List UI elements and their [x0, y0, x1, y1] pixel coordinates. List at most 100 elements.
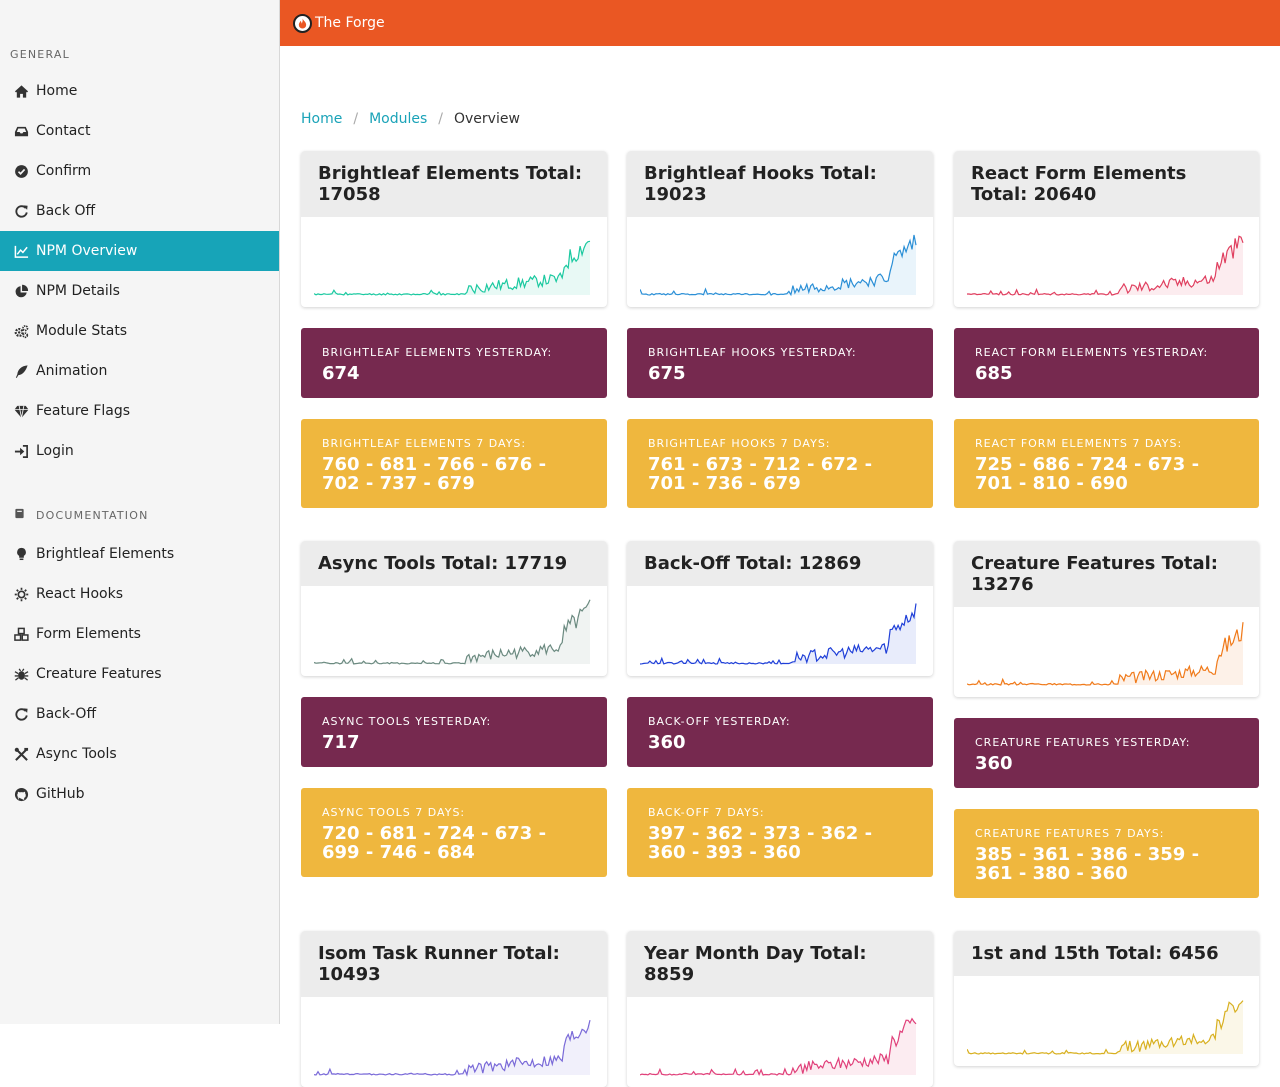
sidebar-heading-general: General	[10, 48, 70, 61]
module-column: Brightleaf Hooks Total: 19023 Brightleaf…	[627, 151, 933, 508]
module-sparkline	[954, 607, 1259, 697]
home-icon	[12, 83, 30, 99]
module-total-card: Brightleaf Hooks Total: 19023	[627, 151, 933, 307]
seven-days-value: 760 - 681 - 766 - 676 - 702 - 737 - 679	[322, 454, 547, 494]
sidebar-item-label: Login	[36, 443, 74, 459]
sparkline-area	[640, 603, 916, 664]
sun-icon	[12, 586, 30, 602]
sidebar-item-label: Creature Features	[36, 666, 162, 682]
sidebar-item-home[interactable]: Home	[0, 71, 279, 111]
module-total-card: Creature Features Total: 13276	[954, 541, 1259, 697]
sidebar-item-animation[interactable]: Animation	[0, 351, 279, 391]
module-sparkline	[954, 217, 1259, 307]
seven-days-label: React Form Elements 7 Days:	[975, 437, 1183, 450]
module-sparkline	[627, 586, 933, 676]
seven-days-label: Creature Features 7 Days:	[975, 827, 1165, 840]
sparkline-area	[967, 1000, 1243, 1054]
sidebar-item-back-off[interactable]: Back Off	[0, 191, 279, 231]
module-total-card: Isom Task Runner Total: 10493	[301, 931, 607, 1087]
sidebar-item-label: Home	[36, 83, 78, 99]
tools-icon	[12, 746, 30, 762]
inbox-icon	[12, 123, 30, 139]
sidebar-item-github[interactable]: GitHub	[0, 774, 279, 814]
sparkline-chart	[314, 240, 591, 296]
module-column: Creature Features Total: 13276 Creature …	[954, 541, 1259, 898]
breadcrumb: Home / Modules / Overview	[301, 111, 520, 127]
module-total-title: Back-Off Total: 12869	[627, 541, 933, 586]
breadcrumb-modules-link[interactable]: Modules	[369, 111, 427, 127]
seven-days-stat-box: Async Tools 7 Days: 720 - 681 - 724 - 67…	[301, 788, 607, 877]
yesterday-value: 717	[322, 732, 360, 753]
sidebar-item-label: Feature Flags	[36, 403, 131, 419]
module-total-title: React Form Elements Total: 20640	[954, 151, 1259, 217]
sparkline-chart	[640, 603, 917, 665]
breadcrumb-separator: /	[353, 111, 359, 127]
seven-days-stat-box: Brightleaf Hooks 7 Days: 761 - 673 - 712…	[627, 419, 933, 508]
sidebar-item-feature-flags[interactable]: Feature Flags	[0, 391, 279, 431]
seven-days-value: 397 - 362 - 373 - 362 - 360 - 393 - 360	[648, 823, 873, 863]
sidebar-item-module-stats[interactable]: Module Stats	[0, 311, 279, 351]
yesterday-stat-box: Brightleaf Elements Yesterday: 674	[301, 328, 607, 398]
module-total-title: Isom Task Runner Total: 10493	[301, 931, 607, 997]
sidebar-item-login[interactable]: Login	[0, 431, 279, 471]
module-total-card: React Form Elements Total: 20640	[954, 151, 1259, 307]
yesterday-stat-box: Brightleaf Hooks Yesterday: 675	[627, 328, 933, 398]
seven-days-value: 725 - 686 - 724 - 673 - 701 - 810 - 690	[975, 454, 1200, 494]
yesterday-value: 360	[648, 732, 686, 753]
sidebar-item-npm-overview[interactable]: NPM Overview	[0, 231, 279, 271]
redo-icon	[12, 203, 30, 219]
check-circle-icon	[12, 163, 30, 179]
breadcrumb-current: Overview	[453, 111, 520, 127]
yesterday-value: 360	[975, 753, 1013, 774]
module-column: Year Month Day Total: 8859	[627, 931, 933, 1087]
top-navbar: The Forge	[280, 0, 1280, 46]
module-total-title: Year Month Day Total: 8859	[627, 931, 933, 997]
sparkline-chart	[967, 235, 1244, 296]
yesterday-label: Async Tools Yesterday:	[322, 715, 492, 728]
yesterday-value: 685	[975, 363, 1013, 384]
sidebar-item-back-off-docs[interactable]: Back-Off	[0, 694, 279, 734]
module-total-card: Year Month Day Total: 8859	[627, 931, 933, 1087]
app-title[interactable]: The Forge	[315, 15, 385, 31]
sidebar-item-react-hooks[interactable]: React Hooks	[0, 574, 279, 614]
github-icon	[12, 786, 30, 802]
sidebar-item-label: Async Tools	[36, 746, 117, 762]
sidebar-item-contact[interactable]: Contact	[0, 111, 279, 151]
module-total-title: Brightleaf Elements Total: 17058	[301, 151, 607, 217]
sidebar-item-async-tools[interactable]: Async Tools	[0, 734, 279, 774]
sidebar-item-label: NPM Details	[36, 283, 120, 299]
sidebar-item-label: Contact	[36, 123, 91, 139]
book-icon	[14, 508, 28, 522]
sidebar-item-label: Back Off	[36, 203, 96, 219]
yesterday-stat-box: Async Tools Yesterday: 717	[301, 697, 607, 767]
sparkline-chart	[967, 1000, 1244, 1055]
sidebar-item-label: React Hooks	[36, 586, 123, 602]
lightbulb-icon	[12, 546, 30, 562]
cogs-icon	[12, 323, 30, 339]
module-total-title: Creature Features Total: 13276	[954, 541, 1259, 607]
sidebar-item-npm-details[interactable]: NPM Details	[0, 271, 279, 311]
sidebar-item-label: Confirm	[36, 163, 92, 179]
sidebar-item-creature-features[interactable]: Creature Features	[0, 654, 279, 694]
yesterday-value: 674	[322, 363, 360, 384]
sparkline-chart	[967, 622, 1244, 686]
seven-days-stat-box: Back-Off 7 Days: 397 - 362 - 373 - 362 -…	[627, 788, 933, 877]
sidebar-item-label: NPM Overview	[36, 243, 138, 259]
sidebar-item-brightleaf-elements[interactable]: Brightleaf Elements	[0, 534, 279, 574]
sidebar-item-confirm[interactable]: Confirm	[0, 151, 279, 191]
yesterday-label: React Form Elements Yesterday:	[975, 346, 1209, 359]
breadcrumb-home-link[interactable]: Home	[301, 111, 342, 127]
sidebar-item-form-elements[interactable]: Form Elements	[0, 614, 279, 654]
documentation-heading-label: Documentation	[36, 508, 149, 522]
sparkline-area	[314, 599, 590, 664]
yesterday-value: 675	[648, 363, 686, 384]
module-sparkline	[301, 586, 607, 676]
module-sparkline	[301, 997, 607, 1087]
module-total-card: 1st and 15th Total: 6456	[954, 931, 1259, 1066]
sparkline-area	[967, 236, 1243, 295]
sparkline-area	[967, 622, 1243, 685]
module-column: Back-Off Total: 12869 Back-Off Yesterday…	[627, 541, 933, 877]
module-column: 1st and 15th Total: 6456	[954, 931, 1259, 1066]
diamond-icon	[12, 403, 30, 419]
sign-in-icon	[12, 443, 30, 459]
